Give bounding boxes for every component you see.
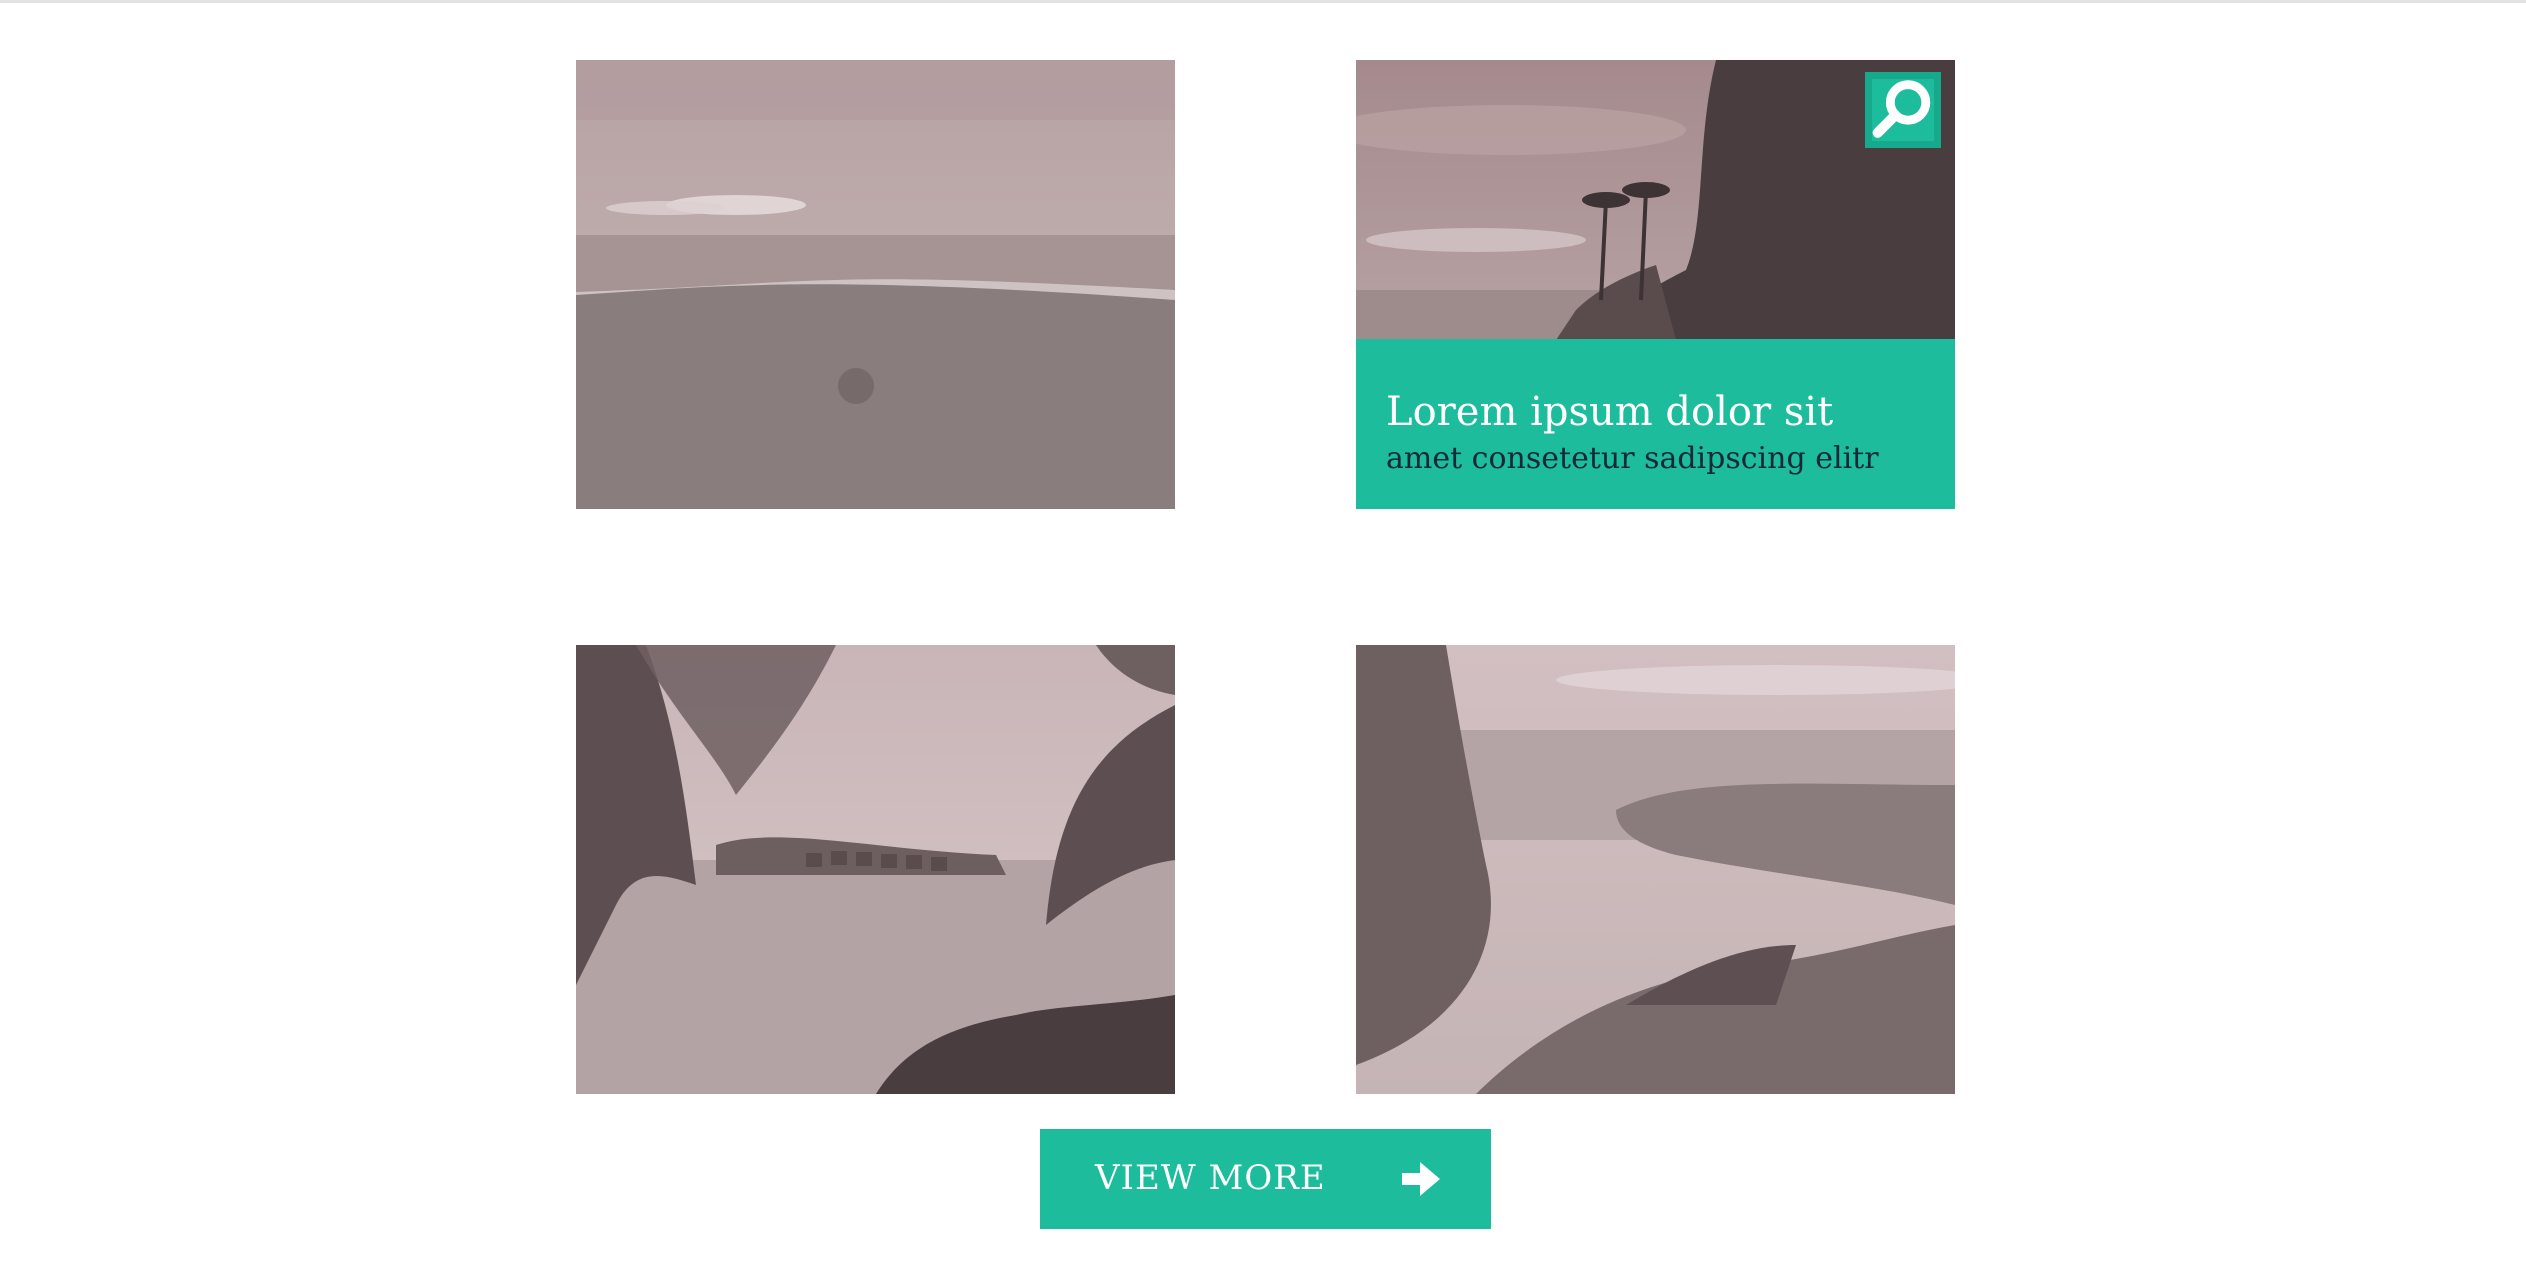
search-icon xyxy=(1872,80,1931,138)
view-more-label: VIEW MORE xyxy=(1095,1158,1326,1198)
lagoon-bungalows-photo[interactable] xyxy=(576,645,1175,1094)
caption-subtitle: amet consetetur sadipscing elitr xyxy=(1386,441,1879,476)
caption-title: Lorem ipsum dolor sit xyxy=(1386,389,1834,435)
view-more-button[interactable]: VIEW MORE xyxy=(1040,1129,1491,1229)
palm-coast-photo[interactable]: Lorem ipsum dolor sit amet consetetur sa… xyxy=(1356,60,1955,509)
river-bay-photo[interactable] xyxy=(1356,645,1955,1094)
beach-shore-photo[interactable] xyxy=(576,60,1175,509)
photo-caption: Lorem ipsum dolor sit amet consetetur sa… xyxy=(1356,339,1955,509)
top-divider xyxy=(0,0,2526,3)
zoom-button[interactable] xyxy=(1865,72,1941,148)
arrow-right-icon xyxy=(1402,1162,1440,1196)
